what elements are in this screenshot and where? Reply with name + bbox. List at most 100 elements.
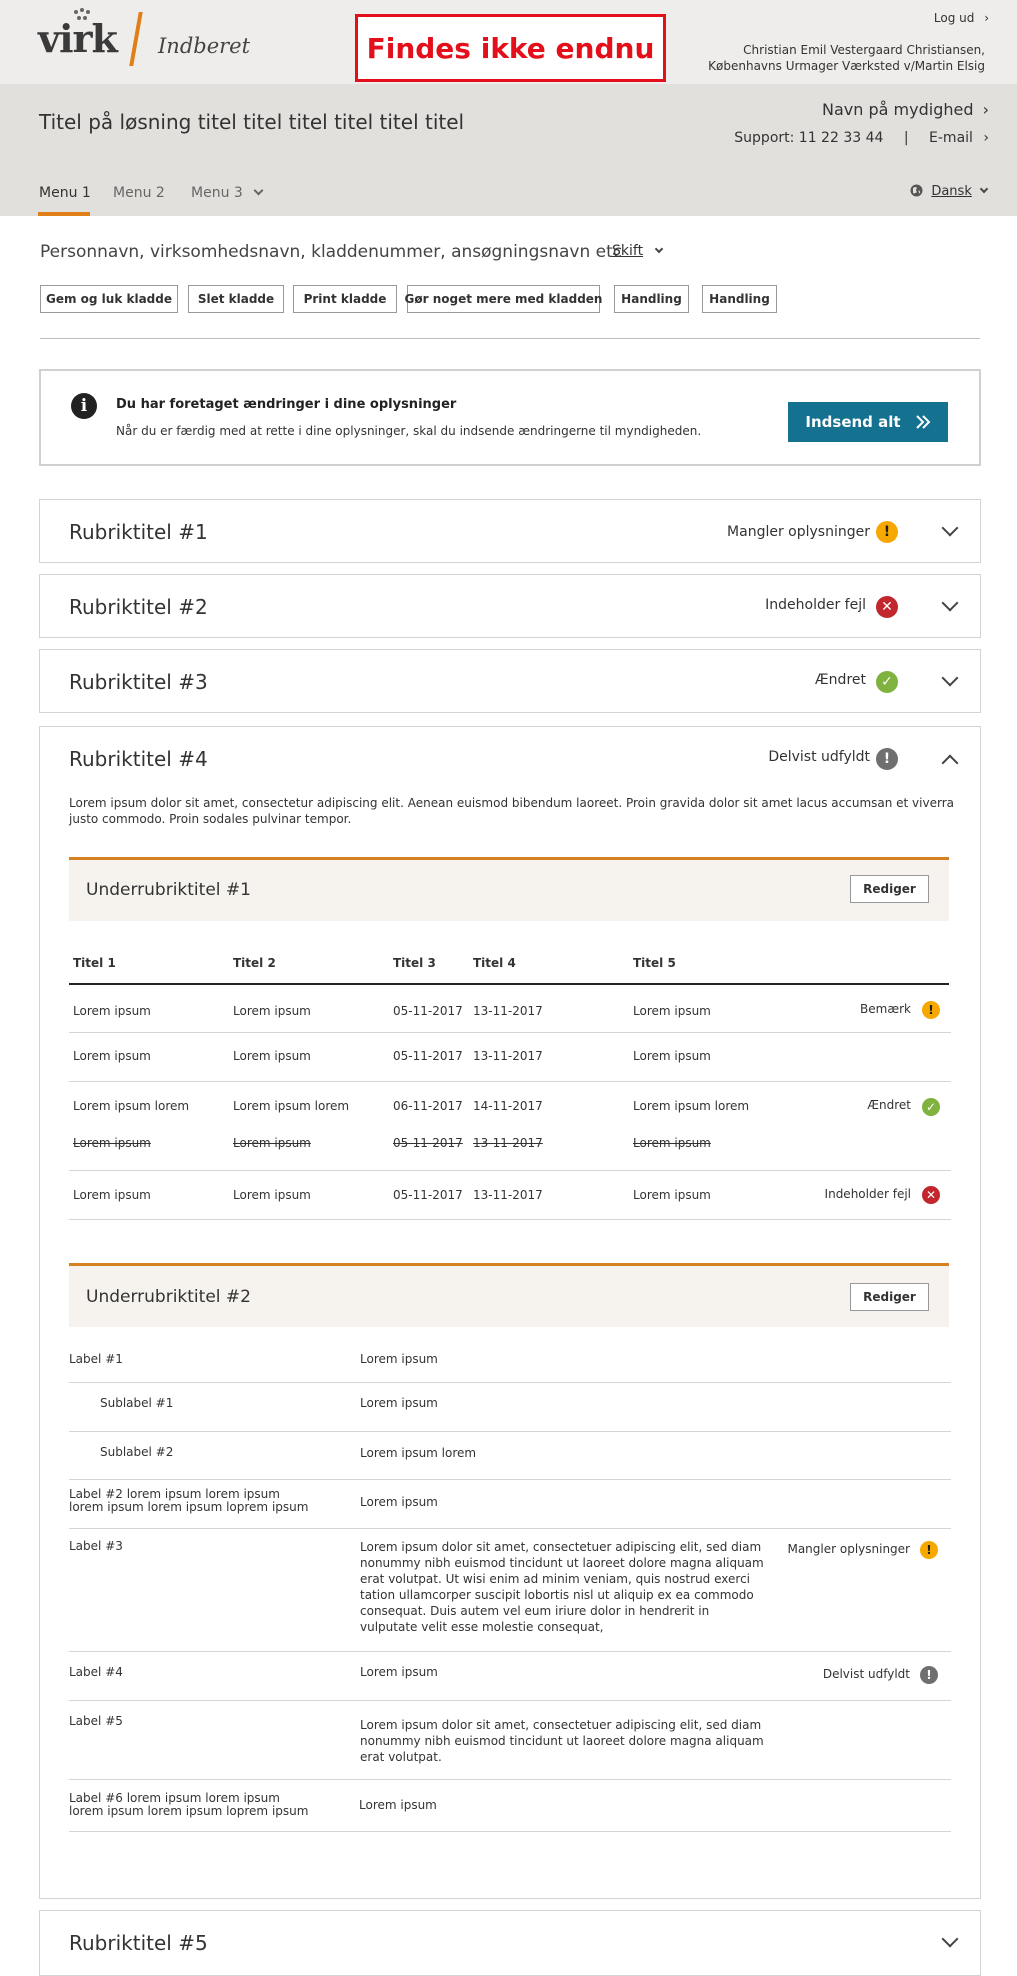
table-cell: 13-11-2017 [473, 1049, 543, 1063]
logo-wordmark: virk [38, 16, 118, 61]
data-table: Titel 1 Titel 2 Titel 3 Titel 4 Titel 5 … [69, 950, 951, 1270]
old-value: Lorem ipsum [633, 1136, 711, 1150]
action-button-2[interactable]: Handling [702, 285, 777, 313]
table-row-changed[interactable]: Lorem ipsum lorem Lorem ipsum lorem 06-1… [69, 1082, 951, 1171]
section-description: Lorem ipsum dolor sit amet, consectetur … [69, 796, 954, 826]
field-value: Lorem ipsum [360, 1665, 438, 1679]
chevron-down-icon[interactable] [941, 1930, 959, 1948]
field-sublabel: Sublabel #1 [100, 1396, 174, 1410]
table-cell: 05-11-2017 [393, 1188, 463, 1202]
action-button-1[interactable]: Handling [614, 285, 689, 313]
table-row[interactable]: Lorem ipsum Lorem ipsum 05-11-2017 13-11… [69, 1033, 951, 1082]
tab-menu-2[interactable]: Menu 2 [113, 185, 165, 201]
table-row[interactable]: Lorem ipsum Lorem ipsum 05-11-2017 13-11… [69, 1171, 951, 1220]
double-chevron-right-icon [915, 415, 930, 429]
field-value: Lorem ipsum [360, 1396, 438, 1410]
tab-menu-3[interactable]: Menu 3 [191, 185, 264, 201]
table-cell: 13-11-2017 [473, 1004, 543, 1018]
section-panel-5[interactable]: Rubriktitel #5 [39, 1910, 981, 1976]
virk-logo[interactable]: virk Indberet [38, 8, 251, 68]
section-panel-1[interactable]: Rubriktitel #1 Mangler oplysninger ! [39, 499, 981, 563]
delete-draft-button[interactable]: Slet kladde [188, 285, 284, 313]
row-divider [69, 1700, 951, 1701]
logo-divider [129, 12, 143, 66]
column-header: Titel 5 [633, 956, 676, 970]
section-panel-3[interactable]: Rubriktitel #3 Ændret ✓ [39, 649, 981, 713]
support-phone[interactable]: Support: 11 22 33 44 [734, 130, 883, 146]
chevron-right-icon: › [984, 11, 989, 25]
email-link[interactable]: E-mail [929, 130, 973, 146]
more-draft-actions-button[interactable]: Gør noget mere med kladden [405, 285, 602, 313]
table-cell: Lorem ipsum [73, 1188, 151, 1202]
table-cell: 14-11-2017 [473, 1099, 543, 1113]
table-row[interactable]: Lorem ipsum Lorem ipsum 05-11-2017 13-11… [69, 985, 951, 1033]
status-text: Mangler oplysninger [727, 524, 870, 540]
case-subject: Personnavn, virksomhedsnavn, kladdenumme… [40, 242, 623, 262]
logo-subtitle: Indberet [158, 34, 251, 58]
table-cell: 13-11-2017 [473, 1188, 543, 1202]
active-tab-indicator [38, 212, 90, 216]
support-row: Support: 11 22 33 44 | E-mail › [734, 130, 989, 146]
chevron-down-icon [979, 184, 989, 194]
partial-icon: ! [920, 1666, 938, 1684]
changes-notice: i Du har foretaget ændringer i dine oply… [39, 369, 981, 466]
edit-button[interactable]: Rediger [850, 1283, 929, 1311]
solution-title: Titel på løsning titel titel titel titel… [39, 110, 465, 134]
separator: | [903, 130, 909, 146]
status-text: Delvist udfyldt [768, 749, 870, 765]
company-name: Københavns Urmager Værksted v/Martin Els… [708, 59, 985, 73]
old-value: Lorem ipsum [233, 1136, 311, 1150]
table-cell: Lorem ipsum [633, 1004, 711, 1018]
submit-all-label: Indsend alt [805, 413, 901, 431]
edit-button[interactable]: Rediger [850, 875, 929, 903]
chevron-down-icon[interactable] [941, 669, 959, 687]
table-cell: Lorem ipsum [233, 1004, 311, 1018]
check-icon: ✓ [922, 1098, 940, 1116]
print-draft-button[interactable]: Print kladde [293, 285, 397, 313]
row-divider [69, 1479, 951, 1480]
globe-icon [910, 184, 923, 197]
authority-link[interactable]: Navn på mydighed › [822, 100, 989, 119]
switch-label: Skift [612, 243, 644, 259]
warning-icon: ! [922, 1001, 940, 1019]
table-cell: Lorem ipsum [233, 1049, 311, 1063]
save-close-draft-button[interactable]: Gem og luk kladde [40, 285, 178, 313]
chevron-down-icon[interactable] [941, 519, 959, 537]
old-value: 05-11-2017 [393, 1136, 463, 1150]
switch-link[interactable]: Skift [612, 243, 663, 259]
field-value: Lorem ipsum [360, 1352, 438, 1366]
subsection-title: Underrubriktitel #1 [86, 880, 251, 900]
field-label: Label #3 [69, 1539, 123, 1553]
column-header: Titel 3 [393, 956, 436, 970]
chevron-right-icon: › [982, 100, 989, 119]
submit-all-button[interactable]: Indsend alt [788, 402, 948, 442]
column-header: Titel 4 [473, 956, 516, 970]
column-header: Titel 1 [73, 956, 116, 970]
chevron-up-icon[interactable] [941, 754, 959, 772]
notice-title: Du har foretaget ændringer i dine oplysn… [116, 397, 457, 412]
row-status: Bemærk [860, 1002, 911, 1016]
table-cell: Lorem ipsum [233, 1188, 311, 1202]
row-divider [69, 1779, 951, 1780]
section-title[interactable]: Rubriktitel #4 [69, 747, 208, 771]
authority-label: Navn på mydighed [822, 100, 974, 119]
logout-link[interactable]: Log ud › [934, 11, 989, 25]
field-label: Label #4 [69, 1665, 123, 1679]
old-value: 13-11-2017 [473, 1136, 543, 1150]
language-selector[interactable]: Dansk [910, 184, 989, 199]
field-label: Label #2 lorem ipsum lorem ipsum lorem i… [69, 1487, 309, 1514]
row-divider [69, 1528, 951, 1529]
row-divider [69, 1651, 951, 1652]
field-value: Lorem ipsum [360, 1495, 438, 1509]
warning-icon: ! [920, 1541, 938, 1559]
chevron-down-icon[interactable] [941, 594, 959, 612]
section-panel-2[interactable]: Rubriktitel #2 Indeholder fejl ✕ [39, 574, 981, 638]
table-cell: Lorem ipsum lorem [233, 1099, 350, 1113]
status-text: Indeholder fejl [765, 597, 866, 613]
table-cell: Lorem ipsum [73, 1004, 151, 1018]
chevron-down-icon [654, 244, 663, 254]
logout-label: Log ud [933, 11, 975, 25]
field-value: Lorem ipsum lorem [360, 1446, 477, 1460]
notice-text: Når du er færdig med at rette i dine opl… [116, 424, 702, 438]
tab-menu-1[interactable]: Menu 1 [39, 185, 91, 201]
